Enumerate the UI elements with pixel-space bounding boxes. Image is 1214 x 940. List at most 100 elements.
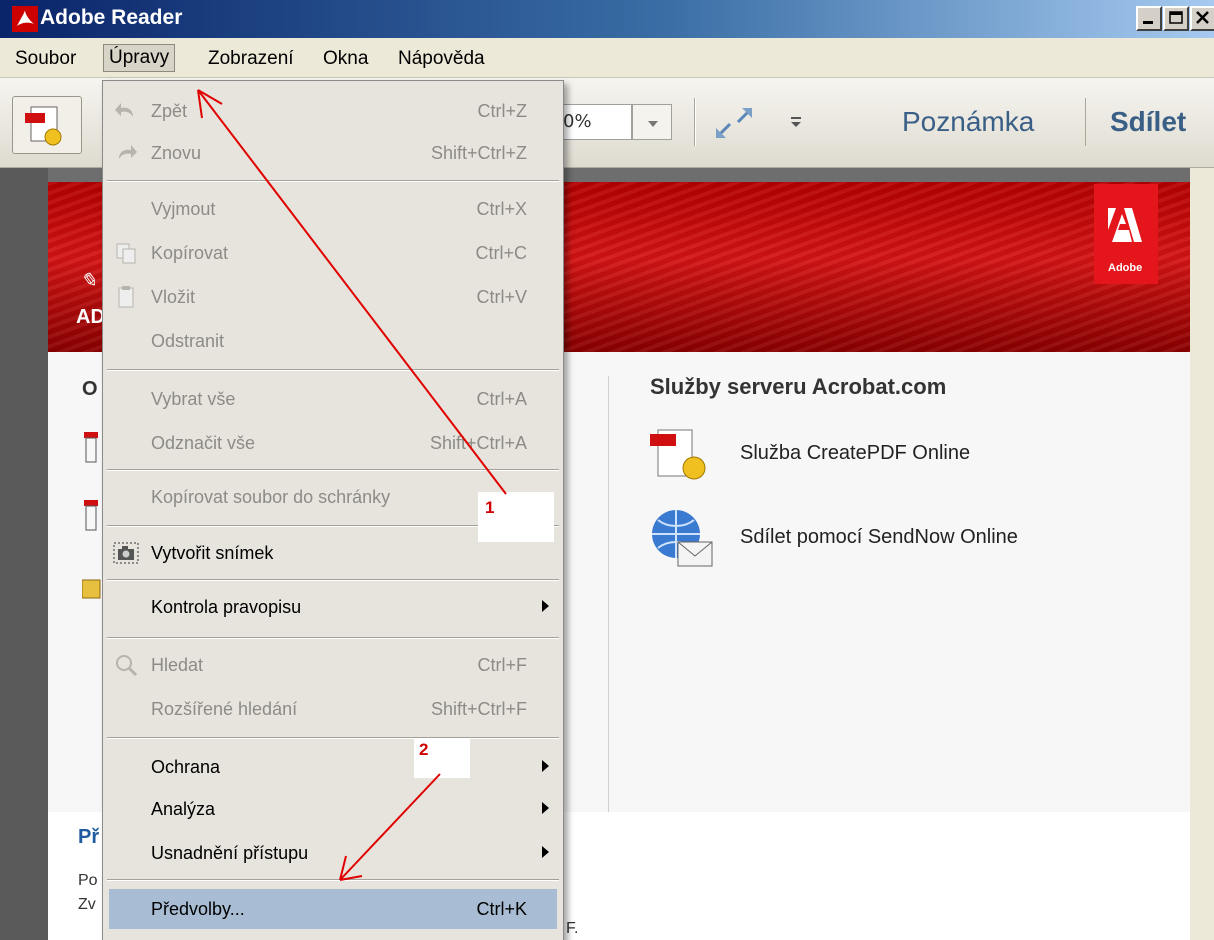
adobe-reader-icon (12, 6, 38, 32)
close-icon (1196, 11, 1209, 24)
menu-item-shortcut: Ctrl+F (477, 655, 528, 675)
toolbar-separator-2 (1085, 98, 1086, 146)
menu-item-label: Kontrola pravopisu (151, 597, 302, 617)
menu-item-cut[interactable]: Vyjmout Ctrl+X (103, 189, 563, 229)
menu-item-redo[interactable]: Znovu Shift+Ctrl+Z (103, 133, 563, 173)
menu-item-label: Analýza (151, 799, 216, 819)
menu-item-find[interactable]: Hledat Ctrl+F (103, 645, 563, 685)
createpdf-icon[interactable] (650, 424, 712, 486)
create-pdf-icon (25, 106, 62, 146)
annotation-step-1: 1 (485, 498, 495, 517)
title-bar[interactable]: Adobe Reader (0, 0, 1214, 38)
menu-item-delete[interactable]: Odstranit (103, 321, 563, 361)
copy-icon (116, 243, 136, 264)
maximize-icon (1169, 11, 1183, 24)
column-divider (608, 376, 609, 816)
redo-icon (119, 145, 137, 159)
menu-soubor[interactable]: Soubor (10, 46, 81, 72)
banner-text-fragment: AD (76, 306, 105, 328)
menu-item-label: Zpět (151, 101, 188, 121)
adobe-reader-window: Adobe Reader Soubor Úpravy Zobrazení Okn… (0, 0, 1214, 940)
pdf-file-icon (84, 432, 98, 463)
right-edge (1190, 168, 1214, 940)
menu-item-shortcut: Ctrl+K (476, 899, 527, 919)
menu-item-shortcut: Shift+Ctrl+Z (430, 143, 527, 163)
paste-icon (118, 286, 134, 308)
menu-item-label: Vložit (151, 287, 196, 307)
menu-item-label: Vytvořit snímek (151, 543, 274, 563)
zoom-input[interactable]: 0% (560, 104, 632, 140)
menu-zobrazeni[interactable]: Zobrazení (203, 46, 299, 72)
submenu-arrow-icon (542, 802, 549, 814)
menu-item-copy[interactable]: Kopírovat Ctrl+C (103, 233, 563, 273)
menu-okna[interactable]: Okna (318, 46, 373, 72)
adobe-logo-text: Adobe (1108, 262, 1143, 274)
menu-item-label: Vybrat vše (151, 389, 236, 409)
menu-item-label: Rozšířené hledání (151, 699, 298, 719)
zoom-dropdown-button[interactable] (632, 104, 672, 140)
menu-item-shortcut: Ctrl+X (476, 199, 527, 219)
comment-link[interactable]: Poznámka (902, 106, 1034, 138)
bottom-heading-fragment: Př (78, 826, 100, 848)
annotation-step-2: 2 (419, 740, 429, 759)
toolbar-separator-highlight (695, 98, 696, 146)
close-button[interactable] (1190, 6, 1214, 31)
menu-item-shortcut: Shift+Ctrl+F (430, 699, 527, 719)
menu-item-preferences[interactable]: Předvolby... Ctrl+K (109, 889, 557, 929)
toolbar-overflow-icon[interactable] (788, 114, 804, 130)
zoom-value: 0% (563, 111, 592, 132)
menu-separator (107, 579, 559, 581)
banner-script-fragment: ✎ (80, 270, 97, 292)
menu-item-protection[interactable]: Ochrana (103, 747, 563, 787)
window-title: Adobe Reader (40, 6, 183, 29)
menu-item-deselect-all[interactable]: Odznačit vše Shift+Ctrl+A (103, 423, 563, 463)
menu-item-label: Vyjmout (151, 199, 216, 219)
menu-item-label: Hledat (151, 655, 204, 675)
menu-item-label: Znovu (151, 143, 202, 163)
sendnow-icon[interactable] (648, 506, 716, 572)
menu-item-shortcut: Ctrl+Z (477, 101, 528, 121)
maximize-button[interactable] (1163, 6, 1189, 31)
fullscreen-icon[interactable] (712, 104, 756, 142)
services-title: Služby serveru Acrobat.com (650, 374, 947, 399)
menu-separator (107, 369, 559, 371)
minimize-button[interactable] (1136, 6, 1162, 31)
menu-item-label: Odznačit vše (151, 433, 256, 453)
menu-item-accessibility[interactable]: Usnadnění přístupu (103, 833, 563, 873)
menu-upravy[interactable]: Úpravy (103, 44, 176, 72)
minimize-icon (1143, 21, 1153, 24)
menu-item-label: Kopírovat soubor do schránky (151, 487, 391, 507)
menu-item-shortcut: Ctrl+C (475, 243, 527, 263)
menu-item-analysis[interactable]: Analýza (103, 789, 563, 829)
menu-item-spellcheck[interactable]: Kontrola pravopisu (103, 587, 563, 627)
menu-item-shortcut: Shift+Ctrl+A (429, 433, 527, 453)
chevron-down-icon (648, 121, 658, 127)
menu-item-shortcut: Ctrl+V (476, 287, 527, 307)
menu-item-select-all[interactable]: Vybrat vše Ctrl+A (103, 379, 563, 419)
menu-separator (107, 180, 559, 182)
folder-icon (82, 579, 101, 599)
open-section-fragment: O (82, 378, 98, 400)
menu-bar: Soubor Úpravy Zobrazení Okna Nápověda (0, 38, 1214, 78)
submenu-arrow-icon (542, 760, 549, 772)
menu-item-paste[interactable]: Vložit Ctrl+V (103, 277, 563, 317)
menu-separator (107, 737, 559, 739)
menu-item-advanced-search[interactable]: Rozšířené hledání Shift+Ctrl+F (103, 689, 563, 729)
pdf-file-icon (84, 500, 98, 531)
createpdf-link[interactable]: Služba CreatePDF Online (740, 442, 970, 465)
menu-item-undo[interactable]: Zpět Ctrl+Z (103, 91, 563, 131)
menu-separator (107, 637, 559, 639)
adobe-logo-icon (1108, 208, 1142, 242)
menu-item-label: Odstranit (151, 331, 225, 351)
menu-separator (107, 469, 559, 471)
menu-napoveda[interactable]: Nápověda (393, 46, 490, 72)
undo-icon (115, 103, 133, 117)
menu-separator (107, 879, 559, 881)
document-margin (0, 168, 48, 940)
share-link[interactable]: Sdílet (1110, 106, 1186, 138)
menu-item-label: Kopírovat (151, 243, 229, 263)
create-pdf-button[interactable] (12, 96, 82, 154)
menu-item-shortcut: Ctrl+A (476, 389, 527, 409)
sendnow-link[interactable]: Sdílet pomocí SendNow Online (740, 526, 1018, 549)
bottom-text-fragment: Po (78, 872, 98, 889)
